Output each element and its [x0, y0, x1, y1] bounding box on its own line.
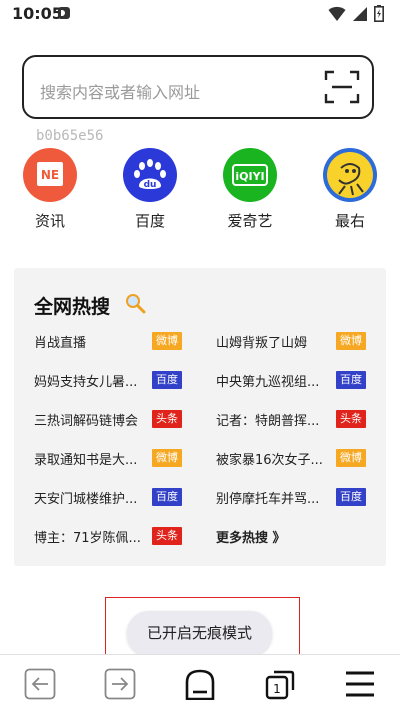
quick-link-label: 资讯 — [34, 212, 65, 230]
hot-item[interactable]: 三热词解码链博会 头条 — [34, 408, 204, 430]
hash-text: b0b65e56 — [36, 128, 104, 144]
hot-item[interactable]: 博主：71岁陈佩... 头条 — [34, 525, 204, 547]
hot-item[interactable]: 肖战直播 微博 — [34, 330, 204, 352]
hot-item[interactable]: 山姆背叛了山姆 微博 — [216, 330, 386, 352]
scan-icon[interactable] — [324, 69, 360, 105]
toutiao-badge: 头条 — [152, 527, 182, 545]
quick-link-iqiyi[interactable]: iQIYI 爱奇艺 — [210, 148, 290, 231]
signal-icon — [353, 6, 367, 21]
hot-search-title: 全网热搜 — [34, 296, 111, 318]
baidu-badge: 百度 — [152, 488, 182, 506]
search-bar[interactable]: 搜索内容或者输入网址 — [22, 55, 374, 119]
search-input[interactable]: 搜索内容或者输入网址 — [40, 79, 200, 103]
menu-icon — [346, 671, 374, 696]
incognito-toast: 已开启无痕模式 — [127, 611, 272, 656]
forward-icon — [104, 668, 136, 699]
toutiao-badge: 头条 — [152, 410, 182, 428]
home-button[interactable] — [170, 655, 230, 712]
weibo-badge: 微博 — [336, 332, 366, 350]
svg-text:iQIYI: iQIYI — [235, 170, 264, 183]
magnifier-icon — [126, 294, 146, 314]
quick-link-label: 爱奇艺 — [227, 212, 273, 230]
tabs-icon: 1 — [265, 670, 295, 699]
hot-item[interactable]: 记者：特朗普挥... 头条 — [216, 408, 386, 430]
tabs-button[interactable]: 1 — [250, 655, 310, 712]
weibo-badge: 微博 — [336, 449, 366, 467]
quick-links: NE 资讯 du 百度 iQIYI 爱奇艺 最右 — [0, 148, 400, 238]
quick-link-zuiyou[interactable]: 最右 — [310, 148, 390, 231]
battery-icon — [374, 5, 384, 22]
home-icon — [185, 669, 215, 700]
back-button[interactable] — [10, 655, 70, 712]
zuiyou-icon — [323, 148, 377, 202]
toutiao-badge: 头条 — [336, 410, 366, 428]
hot-item[interactable]: 中央第九巡视组... 百度 — [216, 369, 386, 391]
forward-button[interactable] — [90, 655, 150, 712]
status-bar: 10:05 — [0, 0, 400, 28]
baidu-badge: 百度 — [336, 488, 366, 506]
menu-button[interactable] — [330, 655, 390, 712]
baidu-badge: 百度 — [336, 371, 366, 389]
news-icon: NE — [23, 148, 77, 202]
quick-link-label: 最右 — [334, 212, 365, 230]
tabs-count: 1 — [273, 682, 281, 696]
hot-search-card: 全网热搜 肖战直播 微博 山姆背叛了山姆 微博 妈妈支持女儿暑... 百度 中央… — [14, 268, 386, 566]
svg-text:du: du — [144, 180, 157, 190]
back-icon — [24, 668, 56, 699]
hot-item[interactable]: 被家暴16次女子... 微博 — [216, 447, 386, 469]
iqiyi-icon: iQIYI — [223, 148, 277, 202]
hot-item[interactable]: 天安门城楼维护... 百度 — [34, 486, 204, 508]
svg-text:NE: NE — [41, 168, 59, 182]
status-time: 10:05 — [12, 4, 63, 23]
hot-item[interactable]: 妈妈支持女儿暑... 百度 — [34, 369, 204, 391]
hot-item[interactable]: 录取通知书是大... 微博 — [34, 447, 204, 469]
baidu-badge: 百度 — [152, 371, 182, 389]
quick-link-news[interactable]: NE 资讯 — [10, 148, 90, 231]
baidu-icon: du — [123, 148, 177, 202]
wifi-icon — [328, 6, 346, 21]
bottom-nav: 1 — [0, 654, 400, 712]
weibo-badge: 微博 — [152, 332, 182, 350]
more-hot-search-link[interactable]: 更多热搜 》 — [216, 525, 386, 547]
quick-link-label: 百度 — [134, 212, 165, 230]
weibo-badge: 微博 — [152, 449, 182, 467]
hot-item[interactable]: 别停摩托车并骂... 百度 — [216, 486, 386, 508]
quick-link-baidu[interactable]: du 百度 — [110, 148, 190, 231]
notification-d-icon — [58, 7, 70, 19]
status-icons — [328, 5, 384, 22]
